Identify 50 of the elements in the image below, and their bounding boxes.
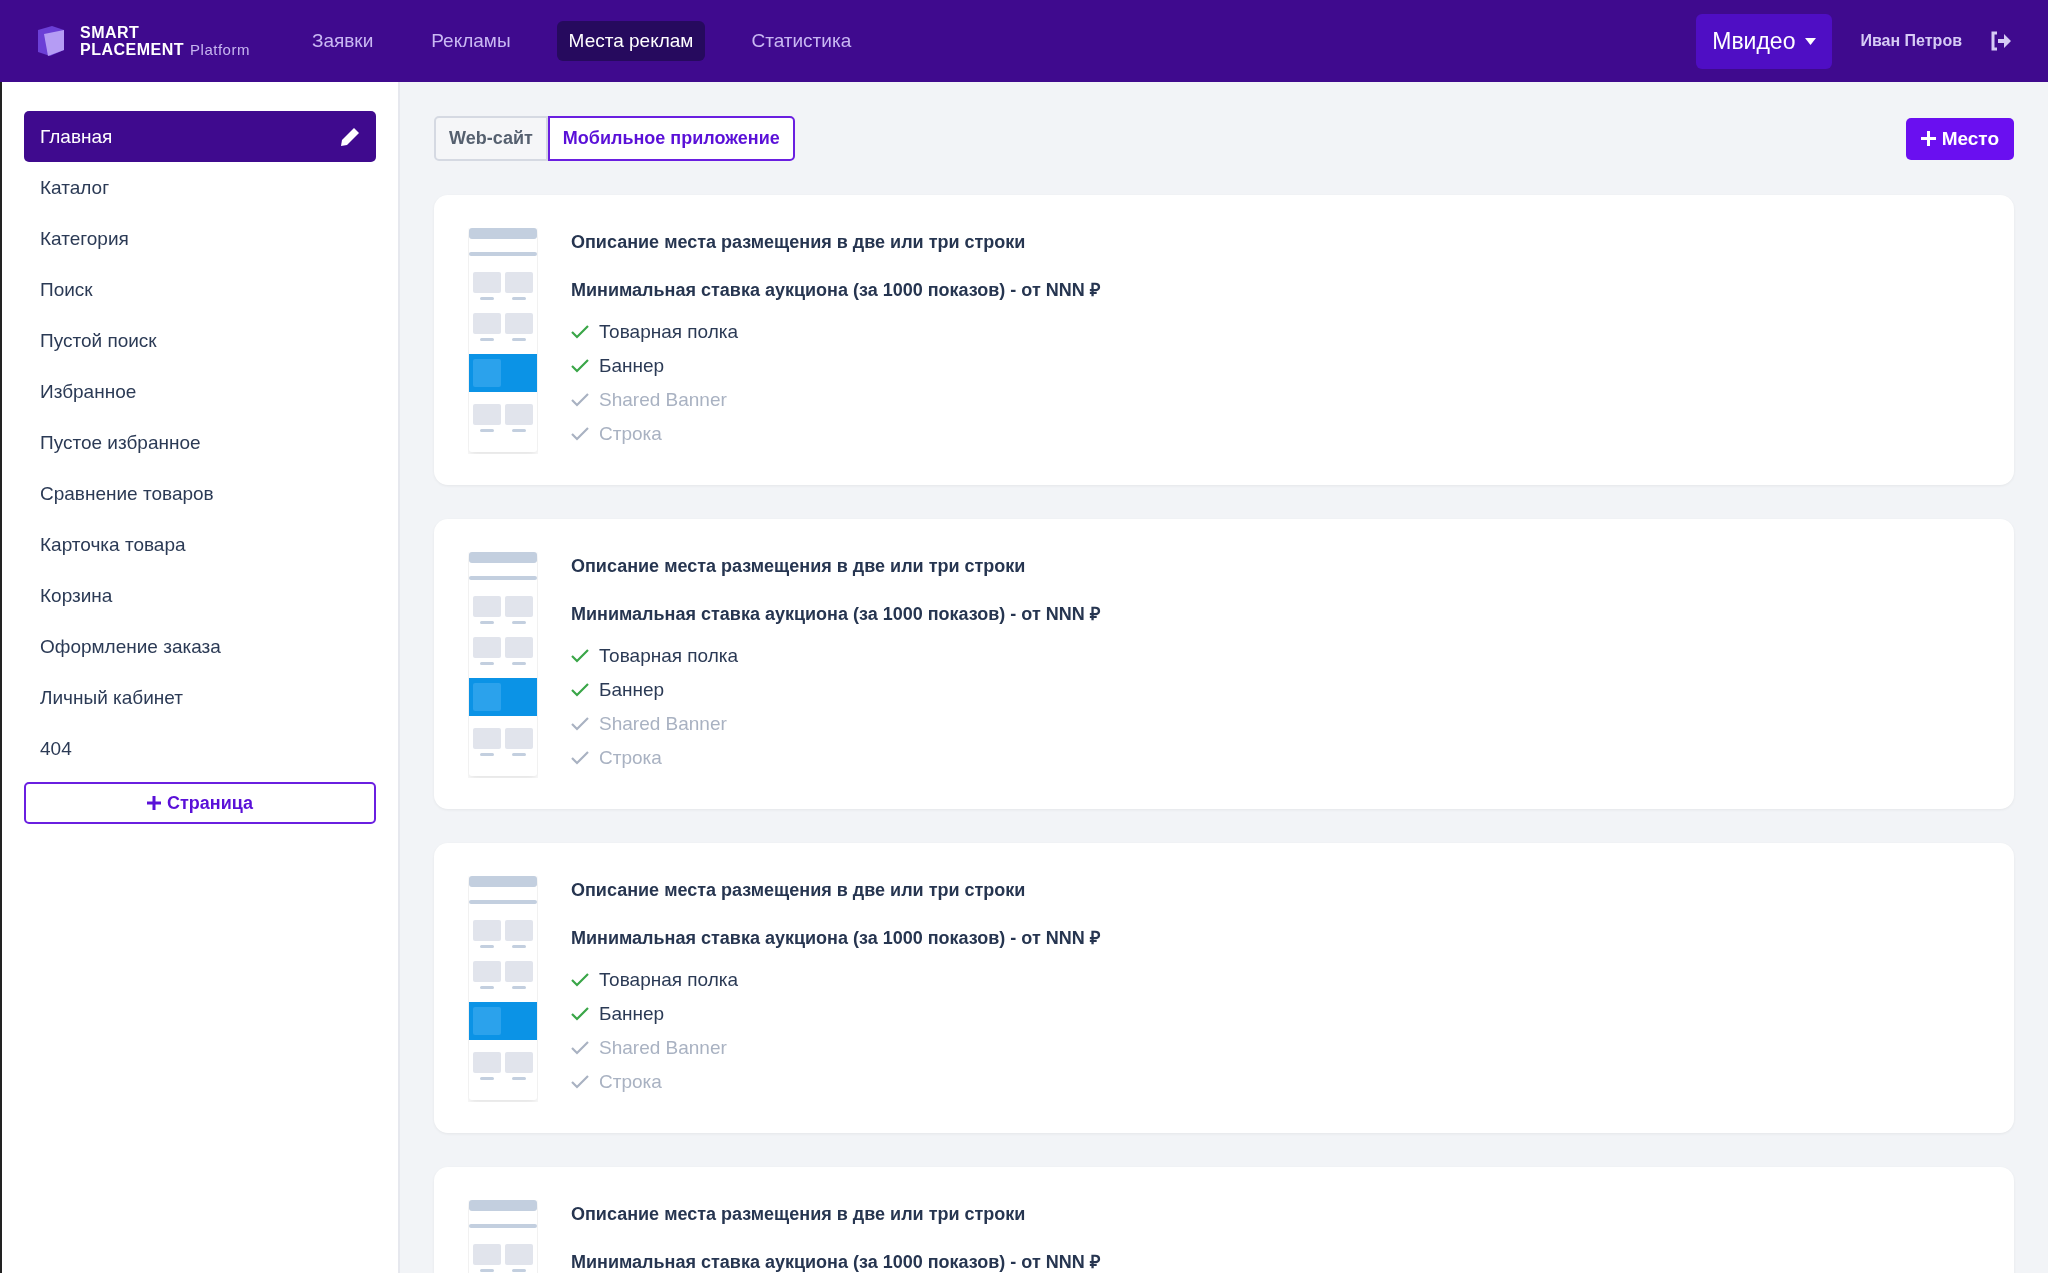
feature-label: Баннер bbox=[599, 355, 665, 377]
pencil-icon[interactable] bbox=[340, 126, 360, 147]
feature-label: Строка bbox=[599, 423, 662, 445]
nav-tab[interactable]: Места реклам bbox=[556, 21, 706, 61]
minimum-bid: Минимальная ставка аукциона (за 1000 показов) - от NNN ₽ bbox=[571, 279, 1100, 301]
feature-label: Товарная полка bbox=[599, 969, 739, 991]
nav-tab[interactable]: Рекламы bbox=[419, 21, 523, 61]
nav-tab[interactable]: Статистика bbox=[739, 21, 864, 61]
placement-description: Описание места размещения в две или три строки bbox=[571, 1204, 1027, 1225]
sidebar-item[interactable]: Поиск bbox=[24, 264, 376, 315]
caret-icon bbox=[1805, 37, 1817, 45]
tab[interactable]: Мобильное приложение bbox=[547, 116, 795, 161]
minimum-bid: Минимальная ставка аукциона (за 1000 показов) - от NNN ₽ bbox=[571, 927, 1100, 949]
user-name[interactable]: Иван Петров bbox=[1860, 32, 1962, 50]
feature-label: Баннер bbox=[599, 1003, 665, 1025]
minimum-bid: Минимальная ставка аукциона (за 1000 показов) - от NNN ₽ bbox=[571, 603, 1100, 625]
plus-icon bbox=[1920, 131, 1936, 146]
sidebar-item[interactable]: Пустой поиск bbox=[24, 315, 376, 366]
logout-icon[interactable] bbox=[1990, 31, 2012, 51]
minimum-bid: Минимальная ставка аукциона (за 1000 показов) - от NNN ₽ bbox=[571, 1251, 1100, 1273]
feature-label: Shared Banner bbox=[599, 713, 727, 735]
feature-label: Строка bbox=[599, 1071, 662, 1093]
nav-tab[interactable]: Заявки bbox=[299, 21, 386, 61]
sidebar-item[interactable]: Избранное bbox=[24, 366, 376, 417]
brand-dropdown[interactable]: Мвидео bbox=[1696, 13, 1833, 69]
sidebar-item[interactable]: Пустое избранное bbox=[24, 417, 376, 468]
placement-description: Описание места размещения в две или три строки bbox=[571, 880, 1027, 901]
feature-label: Строка bbox=[599, 747, 662, 769]
sidebar-item[interactable]: Личный кабинет bbox=[24, 672, 376, 723]
placement-description: Описание места размещения в две или три строки bbox=[571, 232, 1027, 253]
sidebar-item[interactable]: 404 bbox=[24, 723, 376, 774]
feature-label: Shared Banner bbox=[599, 1037, 727, 1059]
feature-label: Товарная полка bbox=[599, 645, 739, 667]
sidebar-item[interactable]: Карточка товара bbox=[24, 519, 376, 570]
logo-text: SMART bbox=[80, 24, 141, 41]
add-place-button[interactable]: Место bbox=[1905, 117, 2014, 160]
sidebar-item[interactable]: Каталог bbox=[24, 162, 376, 213]
feature-label: Баннер bbox=[599, 679, 665, 701]
sidebar-item[interactable]: Категория bbox=[24, 213, 376, 264]
sidebar-item[interactable]: Корзина bbox=[24, 570, 376, 621]
placement-description: Описание места размещения в две или три строки bbox=[571, 556, 1027, 577]
feature-label: Shared Banner bbox=[599, 389, 727, 411]
add-page-button[interactable]: Страница bbox=[24, 782, 376, 824]
plus-icon bbox=[146, 796, 161, 810]
logo-text: PLACEMENT Platform bbox=[80, 41, 250, 58]
feature-label: Товарная полка bbox=[599, 321, 739, 343]
tab[interactable]: Web-сайт bbox=[434, 116, 548, 161]
sidebar-item[interactable]: Оформление заказа bbox=[24, 621, 376, 672]
sidebar-item[interactable]: Сравнение товаров bbox=[24, 468, 376, 519]
sidebar-item[interactable]: Главная bbox=[24, 111, 376, 162]
